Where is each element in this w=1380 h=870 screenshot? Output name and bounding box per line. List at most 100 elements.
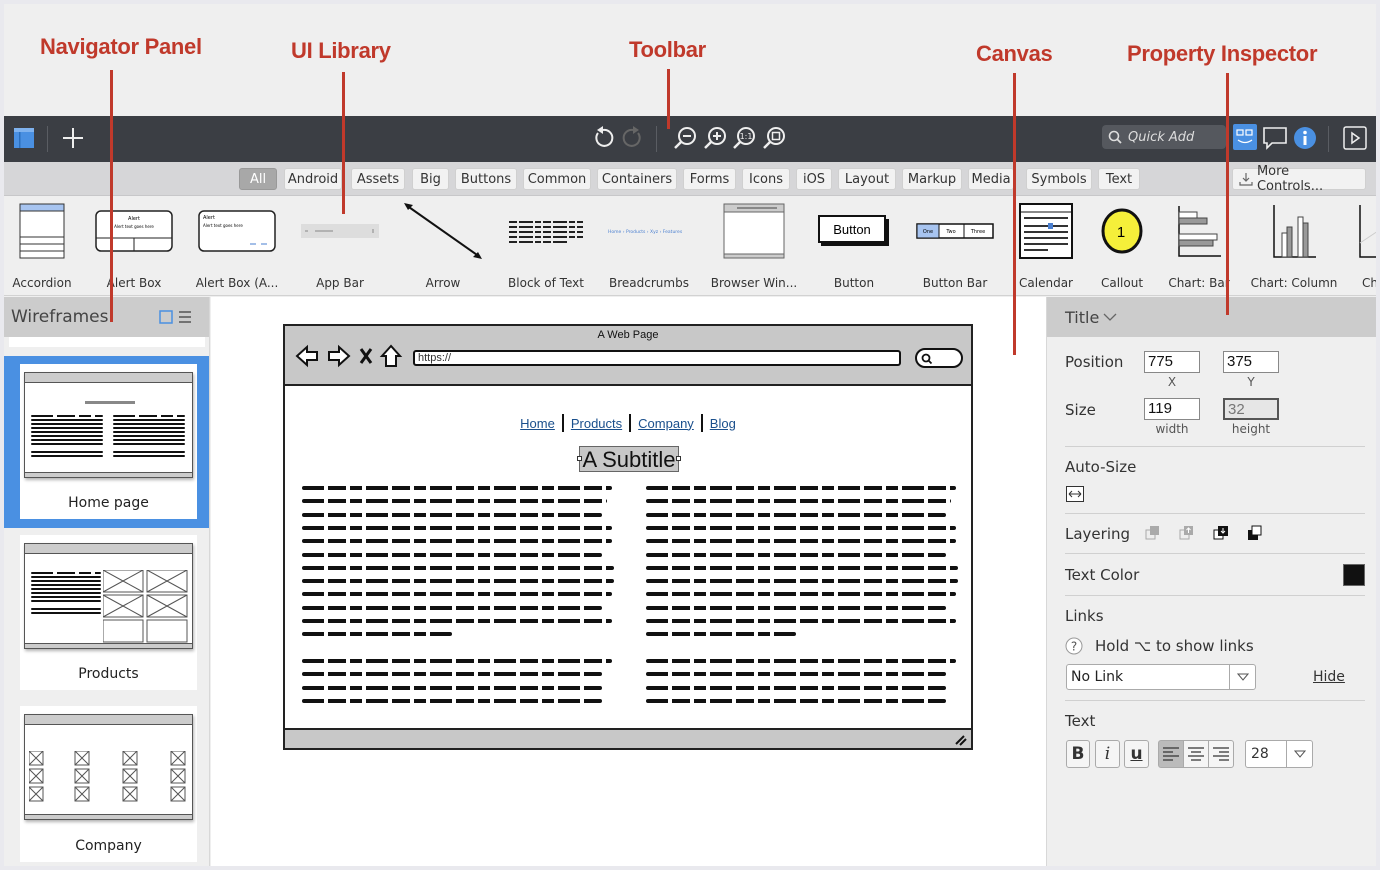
filter-assets[interactable]: Assets <box>351 168 405 190</box>
comment-icon[interactable] <box>1262 125 1288 151</box>
bring-to-front-icon[interactable] <box>1247 525 1263 541</box>
library-item-label: Callout <box>1100 276 1144 290</box>
subtitle-selected[interactable]: A Subtitle <box>579 446 679 472</box>
filter-common[interactable]: Common <box>523 168 591 190</box>
component-icon[interactable] <box>1233 124 1257 150</box>
svg-text:One: One <box>923 229 933 235</box>
filter-forms[interactable]: Forms <box>683 168 736 190</box>
list-view-icon[interactable] <box>178 310 192 324</box>
library-item-browser-window[interactable]: Browser Win... <box>704 196 804 295</box>
library-item-alert-box[interactable]: Alert Alert text goes here Alert Box <box>84 196 184 295</box>
send-backward-icon[interactable] <box>1179 525 1195 541</box>
library-item-block-of-text[interactable]: Block of Text <box>496 196 596 295</box>
library-item-breadcrumbs[interactable]: Home › Products › Xyz › Features Breadcr… <box>599 196 699 295</box>
more-controls-button[interactable]: More Controls... <box>1232 164 1366 194</box>
filter-icons[interactable]: Icons <box>742 168 790 190</box>
thumbnail-view-icon[interactable] <box>159 310 173 324</box>
filter-markup[interactable]: Markup <box>902 168 962 190</box>
position-y-field[interactable]: 375 <box>1223 351 1279 373</box>
library-item-chart-column[interactable]: Chart: Column <box>1244 196 1344 295</box>
nav-links: Home Products Company Blog <box>285 414 971 432</box>
greeked-text-line <box>302 499 607 504</box>
zoom-out-icon[interactable] <box>672 125 698 151</box>
filter-android[interactable]: Android <box>284 168 342 190</box>
page-home[interactable]: Home page <box>20 364 197 519</box>
redo-icon[interactable] <box>620 125 646 151</box>
link-target-select[interactable]: No Link <box>1066 664 1256 690</box>
font-size-select[interactable]: 28 <box>1245 740 1313 768</box>
filter-media[interactable]: Media <box>968 168 1014 190</box>
search-field[interactable] <box>915 348 963 368</box>
greeked-text-line <box>302 685 602 690</box>
greeked-text-line <box>302 539 612 544</box>
library-item-arrow[interactable]: Arrow <box>393 196 493 295</box>
library-item-button[interactable]: Button Button <box>804 196 904 295</box>
present-icon[interactable] <box>1342 125 1368 151</box>
search-icon <box>1108 130 1122 144</box>
chart-column-thumb-icon <box>1273 205 1316 258</box>
filter-text[interactable]: Text <box>1098 168 1140 190</box>
library-item-chart-partial[interactable]: Cha <box>1332 196 1376 295</box>
height-field[interactable]: 32 <box>1223 398 1279 420</box>
autosize-toggle-icon[interactable] <box>1066 486 1084 502</box>
layout-panel-icon[interactable] <box>12 126 36 150</box>
nav-link-home[interactable]: Home <box>520 416 555 431</box>
size-label: Size <box>1065 401 1096 419</box>
page-company[interactable]: Company <box>20 706 197 862</box>
align-left-button[interactable] <box>1158 740 1184 768</box>
width-field[interactable]: 119 <box>1144 398 1200 420</box>
library-item-alert-box-a[interactable]: Alert Alert text goes here Alert Box (A..… <box>187 196 287 295</box>
align-center-button[interactable] <box>1183 740 1209 768</box>
url-field[interactable]: https:// <box>413 350 901 366</box>
bring-forward-icon[interactable] <box>1213 525 1229 541</box>
underline-button[interactable]: u <box>1124 740 1149 768</box>
x-label: X <box>1167 375 1177 389</box>
greeked-text-line <box>646 565 958 570</box>
canvas[interactable]: A Web Page https:// Home Products Compan… <box>211 297 1046 866</box>
text-color-swatch[interactable] <box>1343 564 1365 586</box>
help-icon[interactable]: ? <box>1065 637 1083 655</box>
position-x-field[interactable]: 775 <box>1144 351 1200 373</box>
zoom-fit-icon[interactable] <box>761 125 787 151</box>
info-icon[interactable] <box>1292 125 1318 151</box>
button-bar-thumb-icon: One Two Three <box>916 223 994 239</box>
nav-link-blog[interactable]: Blog <box>710 416 736 431</box>
page-products[interactable]: Products <box>20 535 197 690</box>
inspector-header[interactable]: Title <box>1047 297 1376 337</box>
library-item-app-bar[interactable]: App Bar <box>290 196 390 295</box>
library-item-chart-bar[interactable]: Chart: Bar <box>1149 196 1249 295</box>
resize-handle[interactable] <box>577 456 582 461</box>
align-right-icon <box>1213 747 1229 761</box>
nav-link-products[interactable]: Products <box>571 416 622 431</box>
align-right-button[interactable] <box>1208 740 1234 768</box>
page-thumbnail <box>24 372 193 478</box>
filter-big[interactable]: Big <box>412 168 449 190</box>
filter-symbols[interactable]: Symbols <box>1026 168 1092 190</box>
navigator-header: Wireframes <box>4 297 209 337</box>
italic-button[interactable]: i <box>1095 740 1120 768</box>
add-icon[interactable] <box>60 125 86 151</box>
send-to-back-icon[interactable] <box>1145 525 1161 541</box>
library-item-button-bar[interactable]: One Two Three Button Bar <box>905 196 1005 295</box>
browser-window-mockup[interactable]: A Web Page https:// Home Products Compan… <box>283 324 973 750</box>
bold-button[interactable]: B <box>1066 740 1090 768</box>
library-item-accordion[interactable]: Accordion <box>4 196 92 295</box>
resize-handle[interactable] <box>676 456 681 461</box>
nav-link-company[interactable]: Company <box>638 416 694 431</box>
filter-buttons[interactable]: Buttons <box>455 168 517 190</box>
undo-icon[interactable] <box>590 125 616 151</box>
quick-add-search[interactable]: Quick Add <box>1102 125 1226 149</box>
chart-line-thumb-icon <box>1359 205 1376 258</box>
zoom-in-icon[interactable] <box>702 125 728 151</box>
greeked-text-line <box>302 659 612 663</box>
svg-text:Alert: Alert <box>203 215 215 221</box>
resize-grip-icon[interactable] <box>953 732 967 746</box>
zoom-actual-icon[interactable]: 1:1 <box>731 125 757 151</box>
accordion-thumb-icon <box>19 203 65 259</box>
filter-containers[interactable]: Containers <box>597 168 677 190</box>
svg-text:Alert text goes here: Alert text goes here <box>114 224 154 229</box>
filter-ios[interactable]: iOS <box>796 168 832 190</box>
hide-links-button[interactable]: Hide <box>1313 669 1345 685</box>
filter-layout[interactable]: Layout <box>838 168 896 190</box>
filter-all[interactable]: All <box>239 168 277 190</box>
